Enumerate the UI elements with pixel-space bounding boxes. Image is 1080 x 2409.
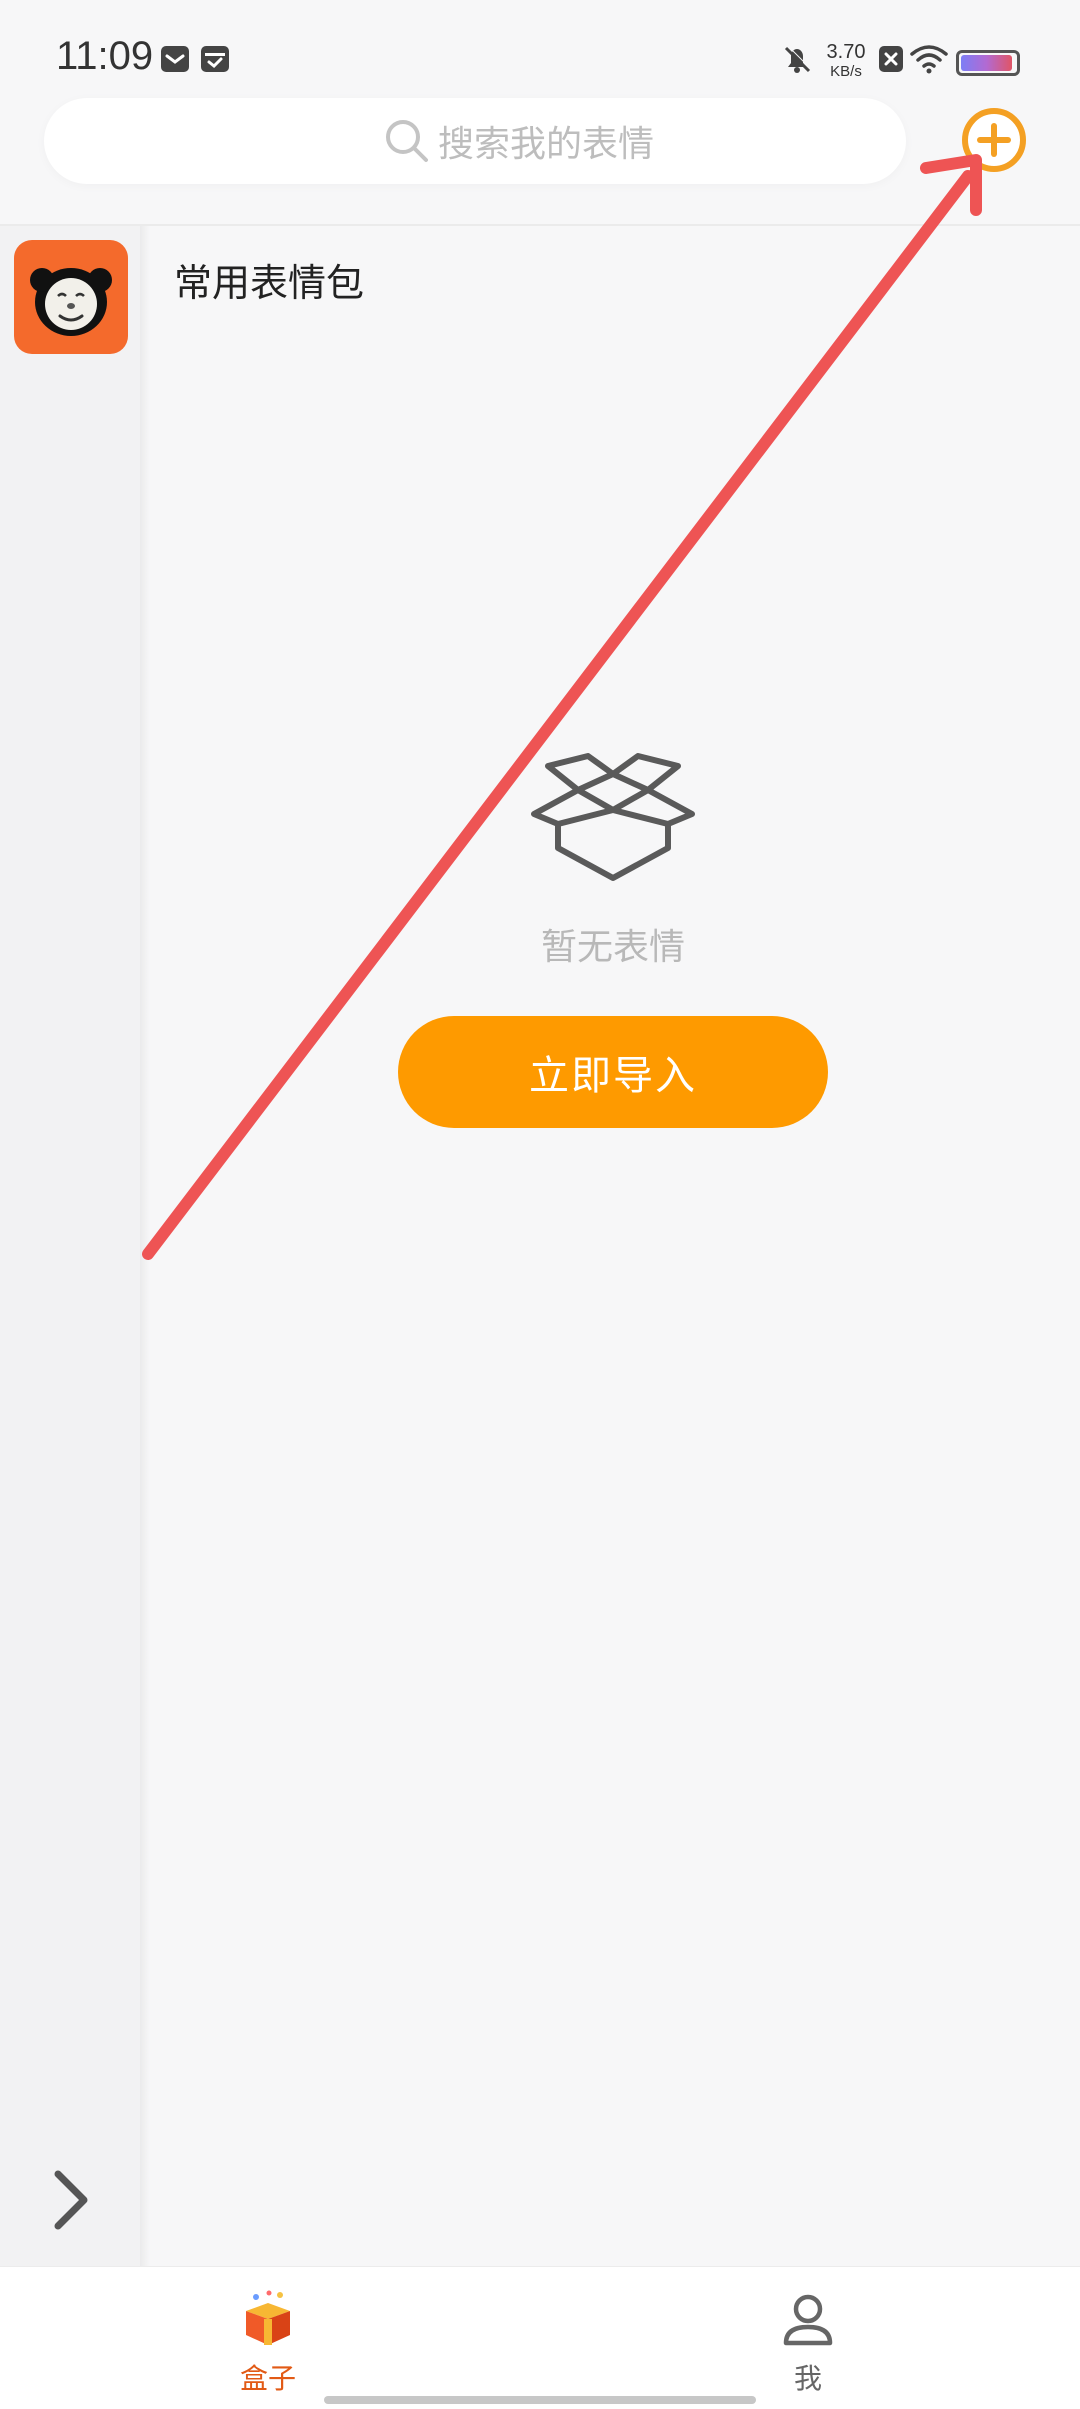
- battery-icon: [956, 50, 1020, 76]
- tab-me[interactable]: 我: [708, 2267, 908, 2409]
- search-input[interactable]: 搜索我的表情: [44, 98, 906, 184]
- status-time: 11:09: [56, 34, 154, 78]
- import-button[interactable]: 立即导入: [398, 1016, 828, 1128]
- bell-off-icon: [784, 45, 812, 73]
- tab-label-me: 我: [793, 2362, 822, 2395]
- mail-icon: [161, 46, 189, 72]
- pack-title: 常用表情包: [174, 261, 365, 305]
- sidebar-divider: [140, 226, 150, 2266]
- tab-bar: 盒子 我: [0, 2266, 1080, 2409]
- sidebar: [0, 226, 140, 2266]
- battery-level: [961, 55, 1012, 71]
- search-placeholder: 搜索我的表情: [438, 124, 655, 165]
- search-icon: [386, 120, 428, 162]
- header-divider: [0, 224, 1080, 226]
- person-icon: [783, 2294, 833, 2346]
- open-box-icon: [531, 753, 695, 881]
- empty-text: 暂无表情: [540, 927, 685, 968]
- wifi-icon: [910, 45, 948, 74]
- status-bar: 11:09 3.70 KB/s: [0, 0, 1080, 100]
- gift-box-icon: [246, 2290, 290, 2345]
- sim-off-icon: [879, 46, 903, 72]
- panda-meme-icon: [30, 268, 112, 336]
- tab-box[interactable]: 盒子: [168, 2267, 368, 2409]
- net-speed-value: 3.70: [826, 41, 866, 63]
- tab-label-box: 盒子: [239, 2362, 296, 2395]
- calendar-icon: [201, 46, 229, 72]
- home-indicator: [324, 2396, 756, 2404]
- network-speed: 3.70 KB/s: [818, 42, 874, 82]
- sidebar-item-common-pack[interactable]: [14, 240, 128, 354]
- plus-circle-icon[interactable]: [960, 106, 1028, 174]
- net-speed-unit: KB/s: [830, 63, 862, 80]
- chevron-right-icon[interactable]: [46, 2168, 96, 2232]
